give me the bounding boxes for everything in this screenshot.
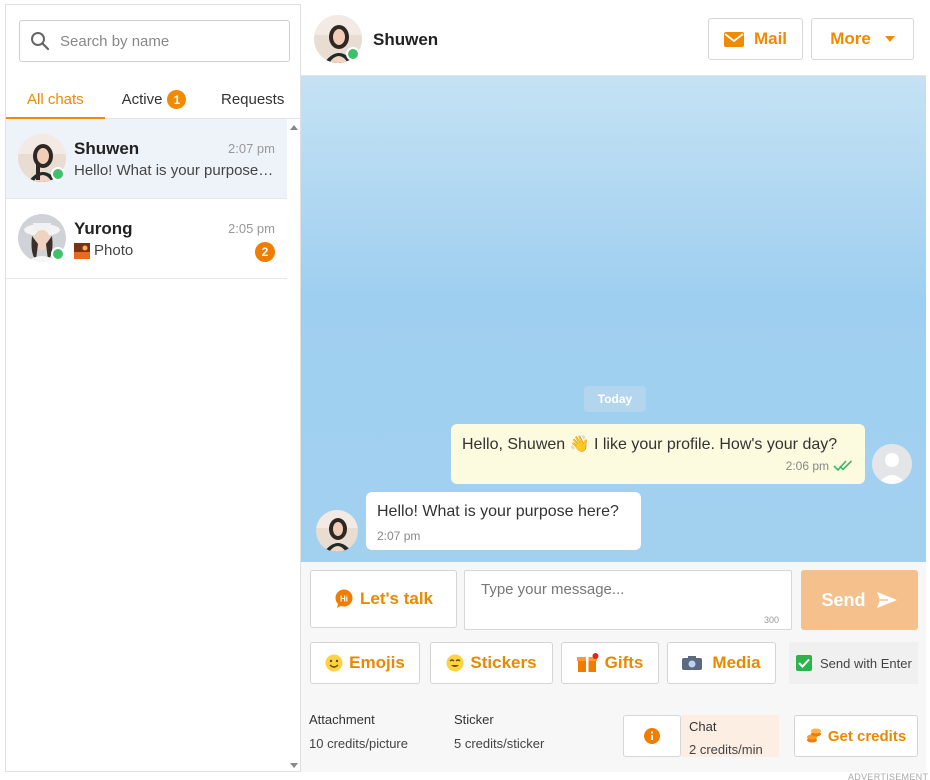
gifts-label: Gifts [604,653,644,672]
tab-label: All chats [26,91,84,108]
online-indicator [51,167,65,181]
mail-icon [723,31,744,47]
sticker-cost: Sticker 5 credits/sticker [454,712,544,751]
unread-count-badge: 2 [255,242,275,262]
online-indicator [51,247,65,261]
chat-contact-name: Shuwen [74,139,140,158]
chat-list-item[interactable]: Yurong 2:05 pm Photo 2 [6,199,287,279]
message-time: 2:06 pm [785,459,829,473]
chat-preview: Photo [74,242,274,259]
mail-label: Mail [753,29,788,48]
sticker-icon [446,654,464,672]
message-input-box[interactable]: 300 [464,570,792,630]
char-counter: 300 [763,615,779,625]
sticker-label: Sticker [454,712,494,727]
search-input[interactable] [60,32,260,50]
message-text: Hello! What is your purpose here? [377,503,619,520]
message-time: 2:07 pm [377,529,421,543]
tab-requests[interactable]: Requests [203,81,302,118]
svg-text:Hi: Hi [340,595,348,604]
message-area: Today Hello, Shuwen 👋 I like your profil… [301,76,926,562]
scroll-up-arrow-icon[interactable] [289,123,299,131]
online-indicator [346,47,360,61]
message-text: Hello, Shuwen 👋 I like your profile. How… [462,436,838,453]
more-label: More [830,29,871,48]
double-check-icon [833,460,853,472]
chat-cost-label: Chat [689,719,717,734]
chat-list: Shuwen 2:07 pm Hello! What is your purpo… [6,119,287,279]
tab-all-chats[interactable]: All chats [6,81,105,119]
active-count-badge: 1 [167,90,187,109]
checkbox[interactable] [796,655,812,671]
gift-icon [576,653,599,672]
search-box[interactable] [19,20,290,62]
advertisement-label: ADVERTISEMENT [848,772,929,780]
chat-cost-value: 2 credits/min [689,742,763,757]
emojis-label: Emojis [349,653,405,672]
attachment-cost-value: 10 credits/picture [309,736,408,751]
search-icon [31,32,50,51]
chat-time: 2:05 pm [228,221,275,236]
media-button[interactable]: Media [667,642,776,684]
contact-avatar-small [316,510,358,552]
checkmark-icon [798,658,810,668]
info-button[interactable] [623,715,681,757]
sticker-cost-value: 5 credits/sticker [454,736,545,751]
outgoing-message: Hello, Shuwen 👋 I like your profile. How… [451,424,865,484]
chat-contact-name: Yurong [74,219,133,238]
mail-button[interactable]: Mail [708,18,803,60]
tab-active[interactable]: Active 1 [105,81,204,118]
coins-icon [806,728,821,743]
attachment-cost: Attachment 10 credits/picture [309,712,408,751]
send-button[interactable]: Send [801,570,918,630]
get-credits-button[interactable]: Get credits [794,715,918,757]
hi-bubble-icon: Hi [335,589,353,608]
send-with-enter-toggle[interactable]: Send with Enter [789,642,918,684]
my-avatar [872,444,912,484]
send-label: Send [821,589,866,610]
message-input[interactable] [465,571,791,629]
chat-preview: Hello! What is your purpose here? [74,162,274,179]
sidebar: All chats Active1 Requests Shuwen 2:07 p… [5,4,302,772]
chat-time: 2:07 pm [228,141,275,156]
get-credits-label: Get credits [827,727,907,745]
media-label: Media [712,653,761,672]
conversation-header: Shuwen Mail More [301,4,926,76]
more-button[interactable]: More [811,18,914,60]
caret-down-icon [884,36,895,42]
chat-preview-text: Photo [94,242,134,259]
lets-talk-label: Let's talk [359,589,433,608]
composer: Hi Let's talk 300 Send Emojis Stickers [301,562,926,772]
chat-list-item[interactable]: Shuwen 2:07 pm Hello! What is your purpo… [6,119,287,199]
photo-thumbnail-icon [74,242,90,259]
chat-app: All chats Active1 Requests Shuwen 2:07 p… [0,0,930,780]
paper-plane-icon [876,592,897,608]
contact-name: Shuwen [373,30,439,49]
camera-icon [682,656,703,670]
stickers-label: Stickers [470,653,537,672]
chat-tabs: All chats Active 1 Requests [6,81,302,119]
scroll-down-arrow-icon[interactable] [289,762,299,770]
lets-talk-button[interactable]: Hi Let's talk [310,570,457,628]
info-icon [644,728,660,744]
smiley-icon [325,654,343,672]
date-separator: Today [584,386,646,412]
gifts-button[interactable]: Gifts [561,642,659,684]
incoming-message: Hello! What is your purpose here? 2:07 p… [366,492,641,550]
chat-cost: Chat 2 credits/min [681,715,779,757]
tab-label: Requests [220,91,285,108]
conversation-panel: Shuwen Mail More Today Hello, Shuwen 👋 I… [301,4,926,772]
tab-label: Active [121,91,163,108]
stickers-button[interactable]: Stickers [430,642,553,684]
emojis-button[interactable]: Emojis [310,642,420,684]
attachment-label: Attachment [309,712,375,727]
send-with-enter-label: Send with Enter [820,655,912,671]
